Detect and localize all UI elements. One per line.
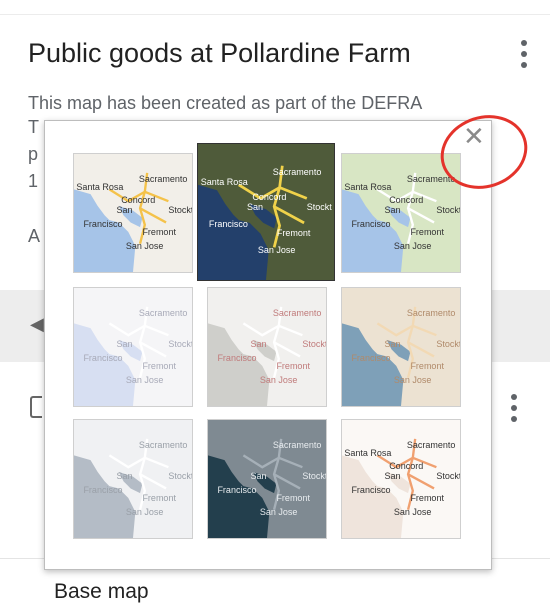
map-place-label: Santa Rosa [344, 448, 392, 459]
map-place-label: San [250, 470, 267, 481]
map-place-label: Stockt [436, 470, 461, 481]
map-place-label: San Jose [125, 375, 164, 386]
map-place-label: Francisco [83, 218, 123, 229]
close-icon[interactable]: ✕ [463, 121, 485, 151]
map-place-label: San [116, 338, 133, 349]
map-place-label: San Jose [125, 507, 164, 518]
basemap-tile-map[interactable]: Sacramento Santa Rosa San Francisco Concord S… [73, 153, 193, 273]
description-fragment: T [28, 117, 39, 137]
base-map-label[interactable]: Base map [54, 580, 149, 604]
basemap-picker-dialog: ✕ Sacramento Santa Rosa San Francisco Concor… [44, 120, 492, 570]
description-fragment: p [28, 144, 39, 164]
map-place-label: Santa Rosa [344, 182, 392, 193]
map-place-label: San [384, 204, 401, 215]
page-title: Public goods at Pollardine Farm [28, 38, 411, 68]
map-place-label: San Jose [257, 244, 296, 255]
map-place-label: Stockt [302, 470, 327, 481]
map-place-label: San [384, 470, 401, 481]
map-place-label: San [116, 204, 133, 215]
map-place-label: Fremont [276, 361, 310, 372]
map-place-label: Fremont [410, 227, 444, 238]
map-place-label: Stockt [436, 338, 461, 349]
top-divider [0, 14, 550, 15]
description-fragment: 1 [28, 171, 39, 191]
basemap-tile-dark[interactable]: Sacramento San Francisco Stockt Fremont San J… [207, 419, 327, 539]
map-place-label: Francisco [83, 484, 123, 495]
basemap-tile-satellite[interactable]: Sacramento Santa Rosa San Francisco Concord S… [197, 143, 335, 281]
map-place-label: San [116, 470, 133, 481]
layer-more-options-icon[interactable] [506, 394, 522, 428]
map-place-label: Stockt [306, 202, 332, 213]
map-place-label: Sacramento [272, 167, 322, 178]
more-options-icon[interactable] [516, 40, 532, 74]
map-place-label: Fremont [142, 227, 176, 238]
map-place-label: Fremont [276, 493, 310, 504]
map-place-label: Stockt [168, 338, 193, 349]
map-place-label: Fremont [142, 493, 176, 504]
map-place-label: Sacramento [406, 308, 456, 319]
map-place-label: Sacramento [138, 308, 188, 319]
basemap-tile-light[interactable]: Sacramento San Francisco Stockt Fremont San J… [73, 287, 193, 407]
map-place-label: Francisco [351, 352, 391, 363]
map-place-label: Santa Rosa [200, 176, 248, 187]
map-place-label: Concord [389, 461, 424, 472]
map-place-label: Fremont [142, 361, 176, 372]
map-place-label: San Jose [393, 507, 432, 518]
basemap-tile-terrain[interactable]: Sacramento Santa Rosa San Francisco Concord S… [341, 153, 461, 273]
map-place-label: Concord [389, 195, 424, 206]
map-place-label: San Jose [259, 507, 298, 518]
basemap-tile-mono[interactable]: Sacramento San Francisco Stockt Fremont San J… [207, 287, 327, 407]
map-place-label: Stockt [302, 338, 327, 349]
map-place-label: Sacramento [272, 308, 322, 319]
layer-checkbox-icon[interactable] [30, 396, 42, 418]
map-place-label: San Jose [393, 375, 432, 386]
map-place-label: Francisco [351, 218, 391, 229]
map-place-label: Sacramento [272, 440, 322, 451]
map-place-label: Stockt [168, 204, 193, 215]
map-place-label: Sacramento [406, 174, 456, 185]
map-place-label: Concord [252, 191, 287, 202]
map-place-label: San Jose [125, 241, 164, 252]
basemap-tile-outline[interactable]: Sacramento Santa Rosa San Francisco Concord S… [341, 419, 461, 539]
basemap-tile-grey[interactable]: Sacramento San Francisco Stockt Fremont San J… [73, 419, 193, 539]
layer-header-icon[interactable]: ◀ [30, 314, 44, 335]
map-place-label: Santa Rosa [76, 182, 124, 193]
map-place-label: San [246, 202, 263, 213]
map-place-label: Francisco [208, 218, 248, 229]
map-place-label: Fremont [410, 361, 444, 372]
map-place-label: Fremont [410, 493, 444, 504]
basemap-tile-beige[interactable]: Sacramento San Francisco Stockt Fremont San J… [341, 287, 461, 407]
map-place-label: Francisco [217, 352, 257, 363]
map-description: This map has been created as part of the… [28, 93, 423, 113]
map-place-label: Concord [121, 195, 156, 206]
map-place-label: San [384, 338, 401, 349]
map-place-label: Sacramento [406, 440, 456, 451]
map-place-label: Francisco [83, 352, 123, 363]
map-place-label: San [250, 338, 267, 349]
map-place-label: Stockt [436, 204, 461, 215]
map-place-label: Francisco [217, 484, 257, 495]
map-place-label: Stockt [168, 470, 193, 481]
map-place-label: San Jose [259, 375, 298, 386]
map-place-label: Fremont [276, 228, 311, 239]
map-place-label: Sacramento [138, 174, 188, 185]
map-place-label: Francisco [351, 484, 391, 495]
map-place-label: San Jose [393, 241, 432, 252]
map-place-label: Sacramento [138, 440, 188, 451]
description-fragment: A [28, 226, 41, 246]
